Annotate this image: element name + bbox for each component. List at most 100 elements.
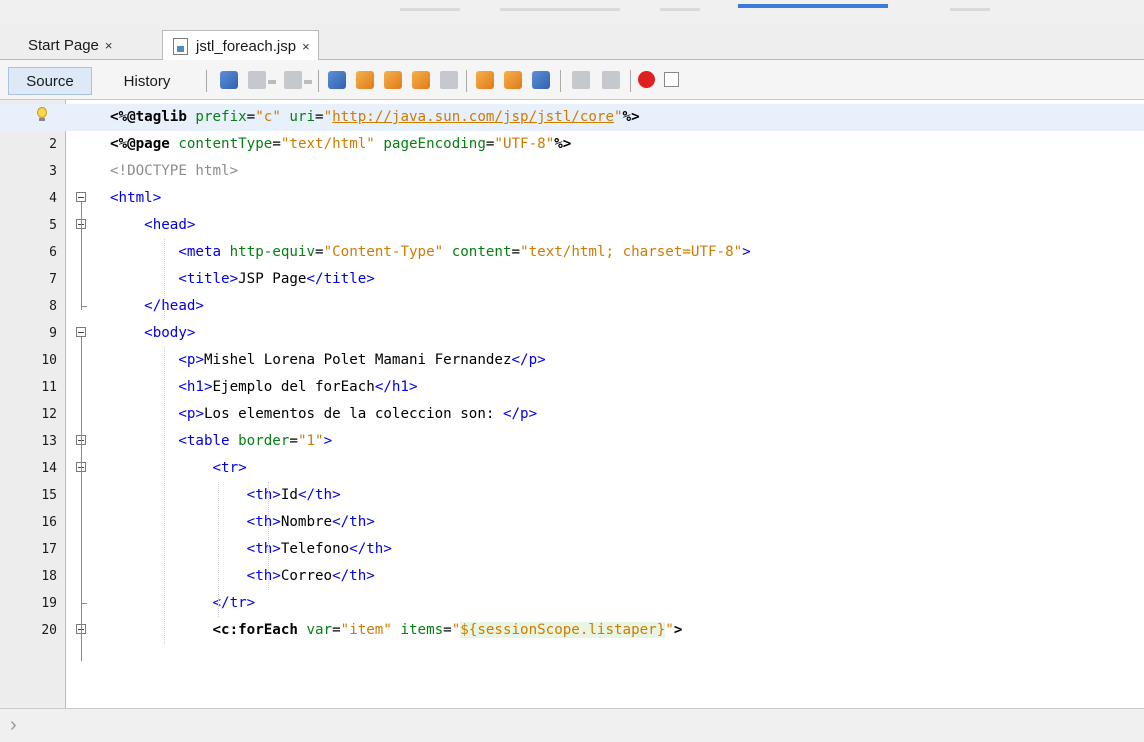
- code-editor[interactable]: <%@taglib prefix="c" uri="http://java.su…: [0, 100, 1144, 708]
- source-button[interactable]: Source: [8, 67, 92, 95]
- fold-line: [81, 202, 82, 310]
- history-button[interactable]: History: [98, 67, 196, 95]
- line-number: 11: [41, 380, 57, 395]
- editor-tab-bar: Start Page × jstl_foreach.jsp ×: [0, 24, 1144, 61]
- toolbar-separator: [318, 70, 319, 92]
- code-line[interactable]: 6 <meta http-equiv="Content-Type" conten…: [0, 239, 1144, 266]
- code-line[interactable]: 8 </head>: [0, 293, 1144, 320]
- line-number: 9: [49, 326, 57, 341]
- toolbar-remnant: [500, 8, 620, 11]
- line-number: 6: [49, 245, 57, 260]
- chevron-down-icon[interactable]: [304, 80, 312, 84]
- jsp-file-icon: [173, 37, 188, 55]
- line-number: 18: [41, 569, 57, 584]
- code-text: <meta http-equiv="Content-Type" content=…: [178, 244, 751, 260]
- code-line[interactable]: 12 <p>Los elementos de la coleccion son:…: [0, 401, 1144, 428]
- tab-label: jstl_foreach.jsp: [196, 37, 297, 55]
- code-line[interactable]: 2 <%@page contentType="text/html" pageEnc…: [0, 131, 1144, 158]
- toggle-bookmark-icon[interactable]: [532, 71, 550, 89]
- code-text: </tr>: [212, 595, 256, 611]
- line-number: 12: [41, 407, 57, 422]
- shift-right-icon[interactable]: [602, 71, 620, 89]
- close-icon[interactable]: ×: [302, 39, 310, 54]
- line-number: 7: [49, 272, 57, 287]
- chevron-down-icon[interactable]: [268, 80, 276, 84]
- toolbar-remnant: [660, 8, 700, 11]
- indent-guide: [218, 482, 220, 617]
- close-icon[interactable]: ×: [105, 38, 113, 53]
- find-selection-icon[interactable]: [328, 71, 346, 89]
- code-line[interactable]: 17 <th>Telefono</th>: [0, 536, 1144, 563]
- hint-bulb-icon[interactable]: [36, 107, 48, 122]
- tab-start-page[interactable]: Start Page ×: [20, 30, 120, 60]
- line-number: 17: [41, 542, 57, 557]
- code-line[interactable]: 14 <tr>: [0, 455, 1144, 482]
- fold-toggle-icon[interactable]: [76, 327, 86, 337]
- line-number: 3: [49, 164, 57, 179]
- code-line[interactable]: 9 <body>: [0, 320, 1144, 347]
- find-next-icon[interactable]: [384, 71, 402, 89]
- toolbar-separator: [206, 70, 207, 92]
- code-text: <p>Mishel Lorena Polet Mamani Fernandez<…: [178, 352, 546, 368]
- back-icon[interactable]: [248, 71, 266, 89]
- code-text: <h1>Ejemplo del forEach</h1>: [178, 379, 418, 395]
- tab-label: Start Page: [28, 36, 99, 54]
- line-number: 14: [41, 461, 57, 476]
- code-line[interactable]: 3 <!DOCTYPE html>: [0, 158, 1144, 185]
- stop-macro-icon[interactable]: [664, 72, 679, 87]
- toolbar-remnant: [950, 8, 990, 11]
- fold-toggle-icon[interactable]: [76, 192, 86, 202]
- toolbar-separator: [466, 70, 467, 92]
- previous-bookmark-icon[interactable]: [476, 71, 494, 89]
- line-number: 4: [49, 191, 57, 206]
- line-number: 2: [49, 137, 57, 152]
- code-text: <th>Telefono</th>: [246, 541, 392, 557]
- code-line[interactable]: 19 </tr>: [0, 590, 1144, 617]
- indent-guide: [268, 482, 270, 590]
- editor-bottom-bar: ›: [0, 708, 1144, 742]
- toggle-highlight-icon[interactable]: [412, 71, 430, 89]
- line-number: 13: [41, 434, 57, 449]
- code-text: <body>: [144, 325, 196, 341]
- code-text: <table border="1">: [178, 433, 333, 449]
- indent-guide: [164, 239, 166, 320]
- code-line[interactable]: 13 <table border="1">: [0, 428, 1144, 455]
- chevron-right-icon[interactable]: ›: [10, 714, 17, 737]
- code-line[interactable]: 16 <th>Nombre</th>: [0, 509, 1144, 536]
- code-line[interactable]: 10 <p>Mishel Lorena Polet Mamani Fernand…: [0, 347, 1144, 374]
- toolbar-separator: [560, 70, 561, 92]
- line-number: 15: [41, 488, 57, 503]
- code-line[interactable]: 5 <head>: [0, 212, 1144, 239]
- code-text: <p>Los elementos de la coleccion son: </…: [178, 406, 538, 422]
- toolbar-remnant: [400, 8, 460, 11]
- code-line[interactable]: <%@taglib prefix="c" uri="http://java.su…: [0, 104, 1144, 131]
- code-line[interactable]: 20 <c:forEach var="item" items="${sessio…: [0, 617, 1144, 644]
- toggle-rect-selection-icon[interactable]: [440, 71, 458, 89]
- code-text: </head>: [144, 298, 204, 314]
- code-line[interactable]: 15 <th>Id</th>: [0, 482, 1144, 509]
- next-bookmark-icon[interactable]: [504, 71, 522, 89]
- code-text: <title>JSP Page</title>: [178, 271, 375, 287]
- code-text: <th>Nombre</th>: [246, 514, 375, 530]
- forward-icon[interactable]: [284, 71, 302, 89]
- code-text: <html>: [110, 190, 162, 206]
- line-number: 10: [41, 353, 57, 368]
- fold-line: [81, 337, 82, 661]
- code-line[interactable]: 4 <html>: [0, 185, 1144, 212]
- code-text: <!DOCTYPE html>: [110, 163, 239, 179]
- shift-left-icon[interactable]: [572, 71, 590, 89]
- code-line[interactable]: 18 <th>Correo</th>: [0, 563, 1144, 590]
- code-text: <th>Id</th>: [246, 487, 341, 503]
- code-line[interactable]: 11 <h1>Ejemplo del forEach</h1>: [0, 374, 1144, 401]
- selected-strip: [738, 4, 888, 8]
- indent-guide: [164, 347, 166, 644]
- code-text: <%@page contentType="text/html" pageEnco…: [110, 136, 572, 152]
- line-number: 8: [49, 299, 57, 314]
- window-top-strip: [0, 0, 1144, 24]
- last-edit-icon[interactable]: [220, 71, 238, 89]
- tab-jstl-foreach[interactable]: jstl_foreach.jsp ×: [162, 30, 319, 61]
- find-previous-icon[interactable]: [356, 71, 374, 89]
- toolbar-separator: [630, 70, 631, 92]
- code-line[interactable]: 7 <title>JSP Page</title>: [0, 266, 1144, 293]
- start-macro-icon[interactable]: [638, 71, 655, 88]
